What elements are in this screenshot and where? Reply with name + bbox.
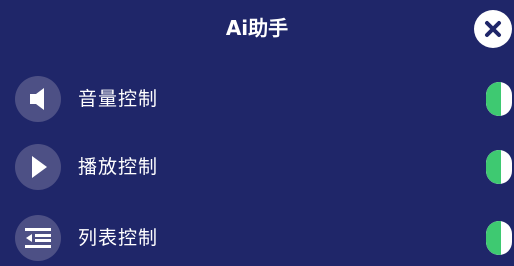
list-control-toggle[interactable] — [486, 221, 512, 255]
play-icon — [32, 156, 47, 178]
ai-assistant-panel: Ai助手 音量控制 播放控制 列表控制 — [0, 0, 514, 266]
speaker-icon — [30, 88, 44, 110]
volume-control-icon-button[interactable] — [15, 76, 61, 122]
volume-control-toggle-fill — [486, 82, 501, 116]
volume-control-label: 音量控制 — [78, 88, 159, 110]
play-control-icon-button[interactable] — [15, 144, 61, 190]
list-item-play-control[interactable]: 播放控制 — [0, 144, 514, 192]
list-control-toggle-fill — [486, 221, 501, 255]
volume-control-toggle[interactable] — [486, 82, 512, 116]
page-title: Ai助手 — [225, 16, 289, 40]
list-icon — [25, 228, 51, 248]
list-item-list-control[interactable]: 列表控制 — [0, 215, 514, 263]
close-button[interactable] — [474, 10, 512, 48]
list-item-volume-control[interactable]: 音量控制 — [0, 76, 514, 124]
play-control-label: 播放控制 — [78, 156, 159, 178]
play-control-toggle[interactable] — [486, 150, 512, 184]
play-control-toggle-fill — [486, 150, 501, 184]
list-control-icon-button[interactable] — [15, 215, 61, 261]
list-control-label: 列表控制 — [78, 227, 159, 249]
close-icon — [485, 21, 501, 37]
